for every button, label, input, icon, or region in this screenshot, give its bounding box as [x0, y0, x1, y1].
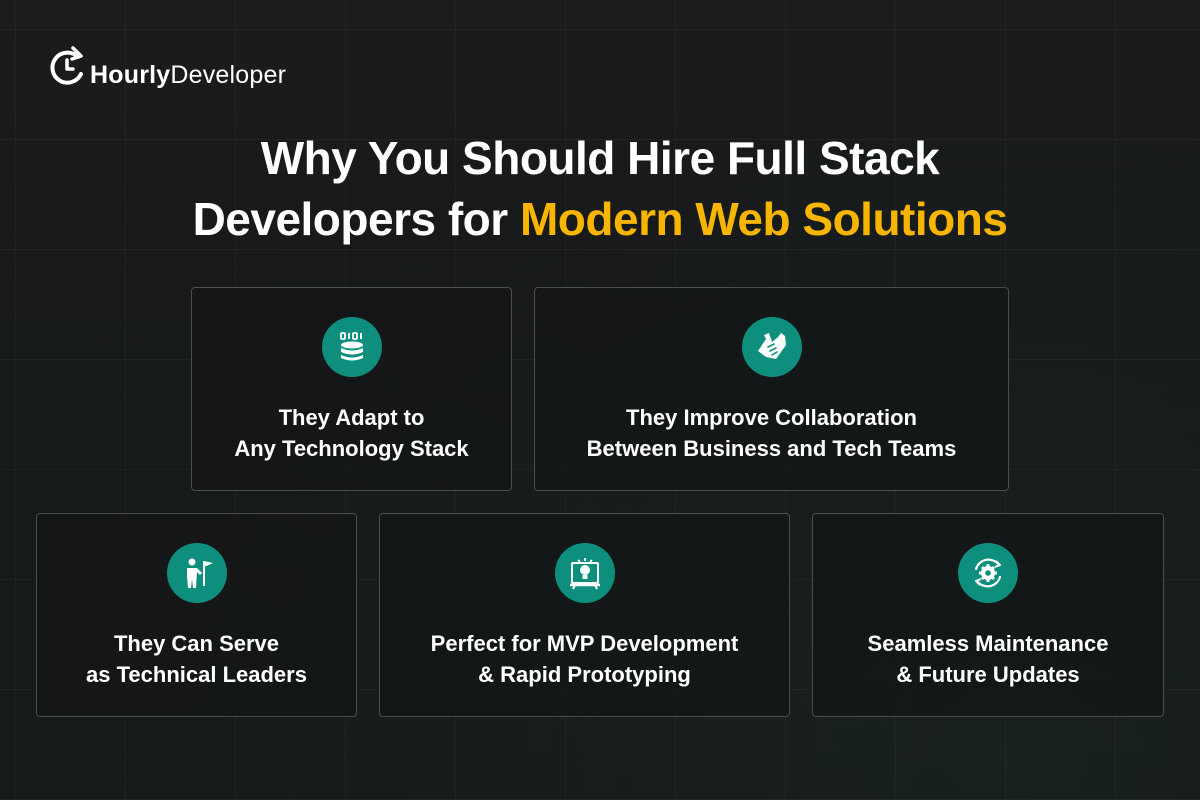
leader-flag-icon: [166, 543, 227, 603]
title-line-2: Developers for Modern Web Solutions: [0, 189, 1200, 250]
card-label-line-2: as Technical Leaders: [86, 662, 307, 687]
card-label: Seamless Maintenance & Future Updates: [868, 628, 1109, 690]
lightbulb-board-icon: [554, 543, 615, 603]
card-adapt-technology-stack: They Adapt to Any Technology Stack: [191, 287, 512, 491]
card-label: Perfect for MVP Development & Rapid Prot…: [431, 628, 739, 690]
card-label: They Improve Collaboration Between Busin…: [587, 402, 957, 464]
brand-name-regular: Developer: [170, 61, 287, 89]
database-stack-icon: [321, 317, 382, 377]
card-label-line-2: Any Technology Stack: [234, 436, 469, 461]
card-label-line-1: They Adapt to: [278, 405, 425, 430]
brand-name: HourlyDeveloper: [90, 60, 286, 90]
handshake-icon: [741, 317, 802, 377]
title-line-1: Why You Should Hire Full Stack: [260, 132, 940, 184]
card-seamless-maintenance: Seamless Maintenance & Future Updates: [812, 513, 1164, 717]
card-label-line-1: They Improve Collaboration: [626, 405, 917, 430]
brand-name-bold: Hourly: [90, 61, 171, 89]
title-line-2-plain: Developers for: [192, 193, 520, 245]
card-technical-leaders: They Can Serve as Technical Leaders: [36, 513, 357, 717]
card-label-line-2: & Rapid Prototyping: [478, 662, 691, 687]
card-improve-collaboration: They Improve Collaboration Between Busin…: [534, 287, 1009, 491]
gear-refresh-icon: [958, 543, 1018, 603]
page-title: Why You Should Hire Full Stack Developer…: [0, 128, 1200, 250]
title-highlight: Modern Web Solutions: [519, 193, 1008, 245]
card-label-line-2: & Future Updates: [896, 662, 1080, 687]
card-label: They Adapt to Any Technology Stack: [234, 402, 468, 464]
card-label-line-1: Seamless Maintenance: [867, 631, 1109, 656]
brand-logo[interactable]: HourlyDeveloper: [48, 30, 286, 92]
card-mvp-development: Perfect for MVP Development & Rapid Prot…: [379, 513, 790, 717]
clock-logo-icon: [48, 42, 88, 92]
card-label-line-1: Perfect for MVP Development: [430, 631, 739, 656]
card-label-line-2: Between Business and Tech Teams: [586, 436, 957, 461]
card-label: They Can Serve as Technical Leaders: [86, 628, 307, 690]
card-label-line-1: They Can Serve: [113, 631, 280, 656]
